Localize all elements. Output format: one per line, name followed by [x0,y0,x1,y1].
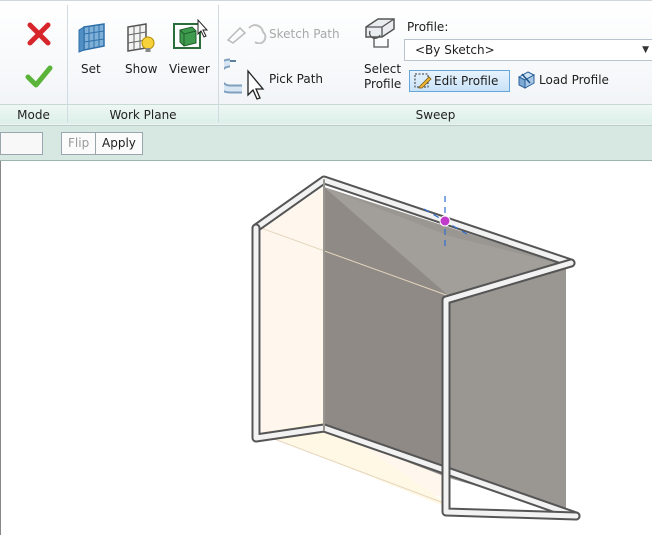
select-profile-label-line1[interactable]: Select [364,62,401,76]
select-profile-label-line2[interactable]: Profile [364,77,401,91]
sweep-panel-title: Sweep [219,104,652,124]
flip-button[interactable]: Flip [61,132,97,155]
edit-profile-icon [414,73,432,95]
ribbon: Mode Set Show Viewer Work Plane Sketch P… [0,0,652,125]
edit-profile-label: Edit Profile [434,74,499,88]
drawing-canvas[interactable] [0,161,652,535]
options-bar: Flip Apply [0,125,652,161]
apply-button[interactable]: Apply [95,132,143,155]
work-plane-panel: Set Show Viewer [68,1,218,104]
profile-dropdown-value: <By Sketch> [415,43,495,57]
sweep-3d-model[interactable] [1,161,652,535]
edit-profile-button[interactable]: Edit Profile [409,70,510,92]
sketch-path-icon[interactable] [225,22,269,47]
load-profile-icon [516,71,536,95]
finish-check-icon[interactable] [25,64,53,91]
cancel-x-icon[interactable] [26,21,52,50]
chevron-down-icon[interactable]: ▼ [642,40,649,60]
work-plane-panel-title: Work Plane [68,104,218,124]
viewer-button-label[interactable]: Viewer [169,62,210,76]
mode-panel [0,1,67,104]
mode-panel-title: Mode [0,104,67,124]
show-button-label[interactable]: Show [125,62,157,76]
show-work-plane-icon[interactable] [122,21,156,58]
profile-dropdown[interactable]: <By Sketch> ▼ [404,39,652,61]
pick-path-button-label[interactable]: Pick Path [269,72,323,86]
sketch-path-button-label[interactable]: Sketch Path [269,27,340,41]
options-field[interactable] [0,132,43,155]
set-button-label[interactable]: Set [81,62,101,76]
viewer-icon[interactable] [172,18,209,57]
set-work-plane-icon[interactable] [76,21,108,56]
load-profile-button[interactable]: Load Profile [513,70,617,92]
select-profile-icon[interactable] [362,13,398,52]
profile-caption: Profile: [407,20,449,34]
load-profile-label: Load Profile [539,73,609,87]
pick-path-icon[interactable] [212,57,270,104]
